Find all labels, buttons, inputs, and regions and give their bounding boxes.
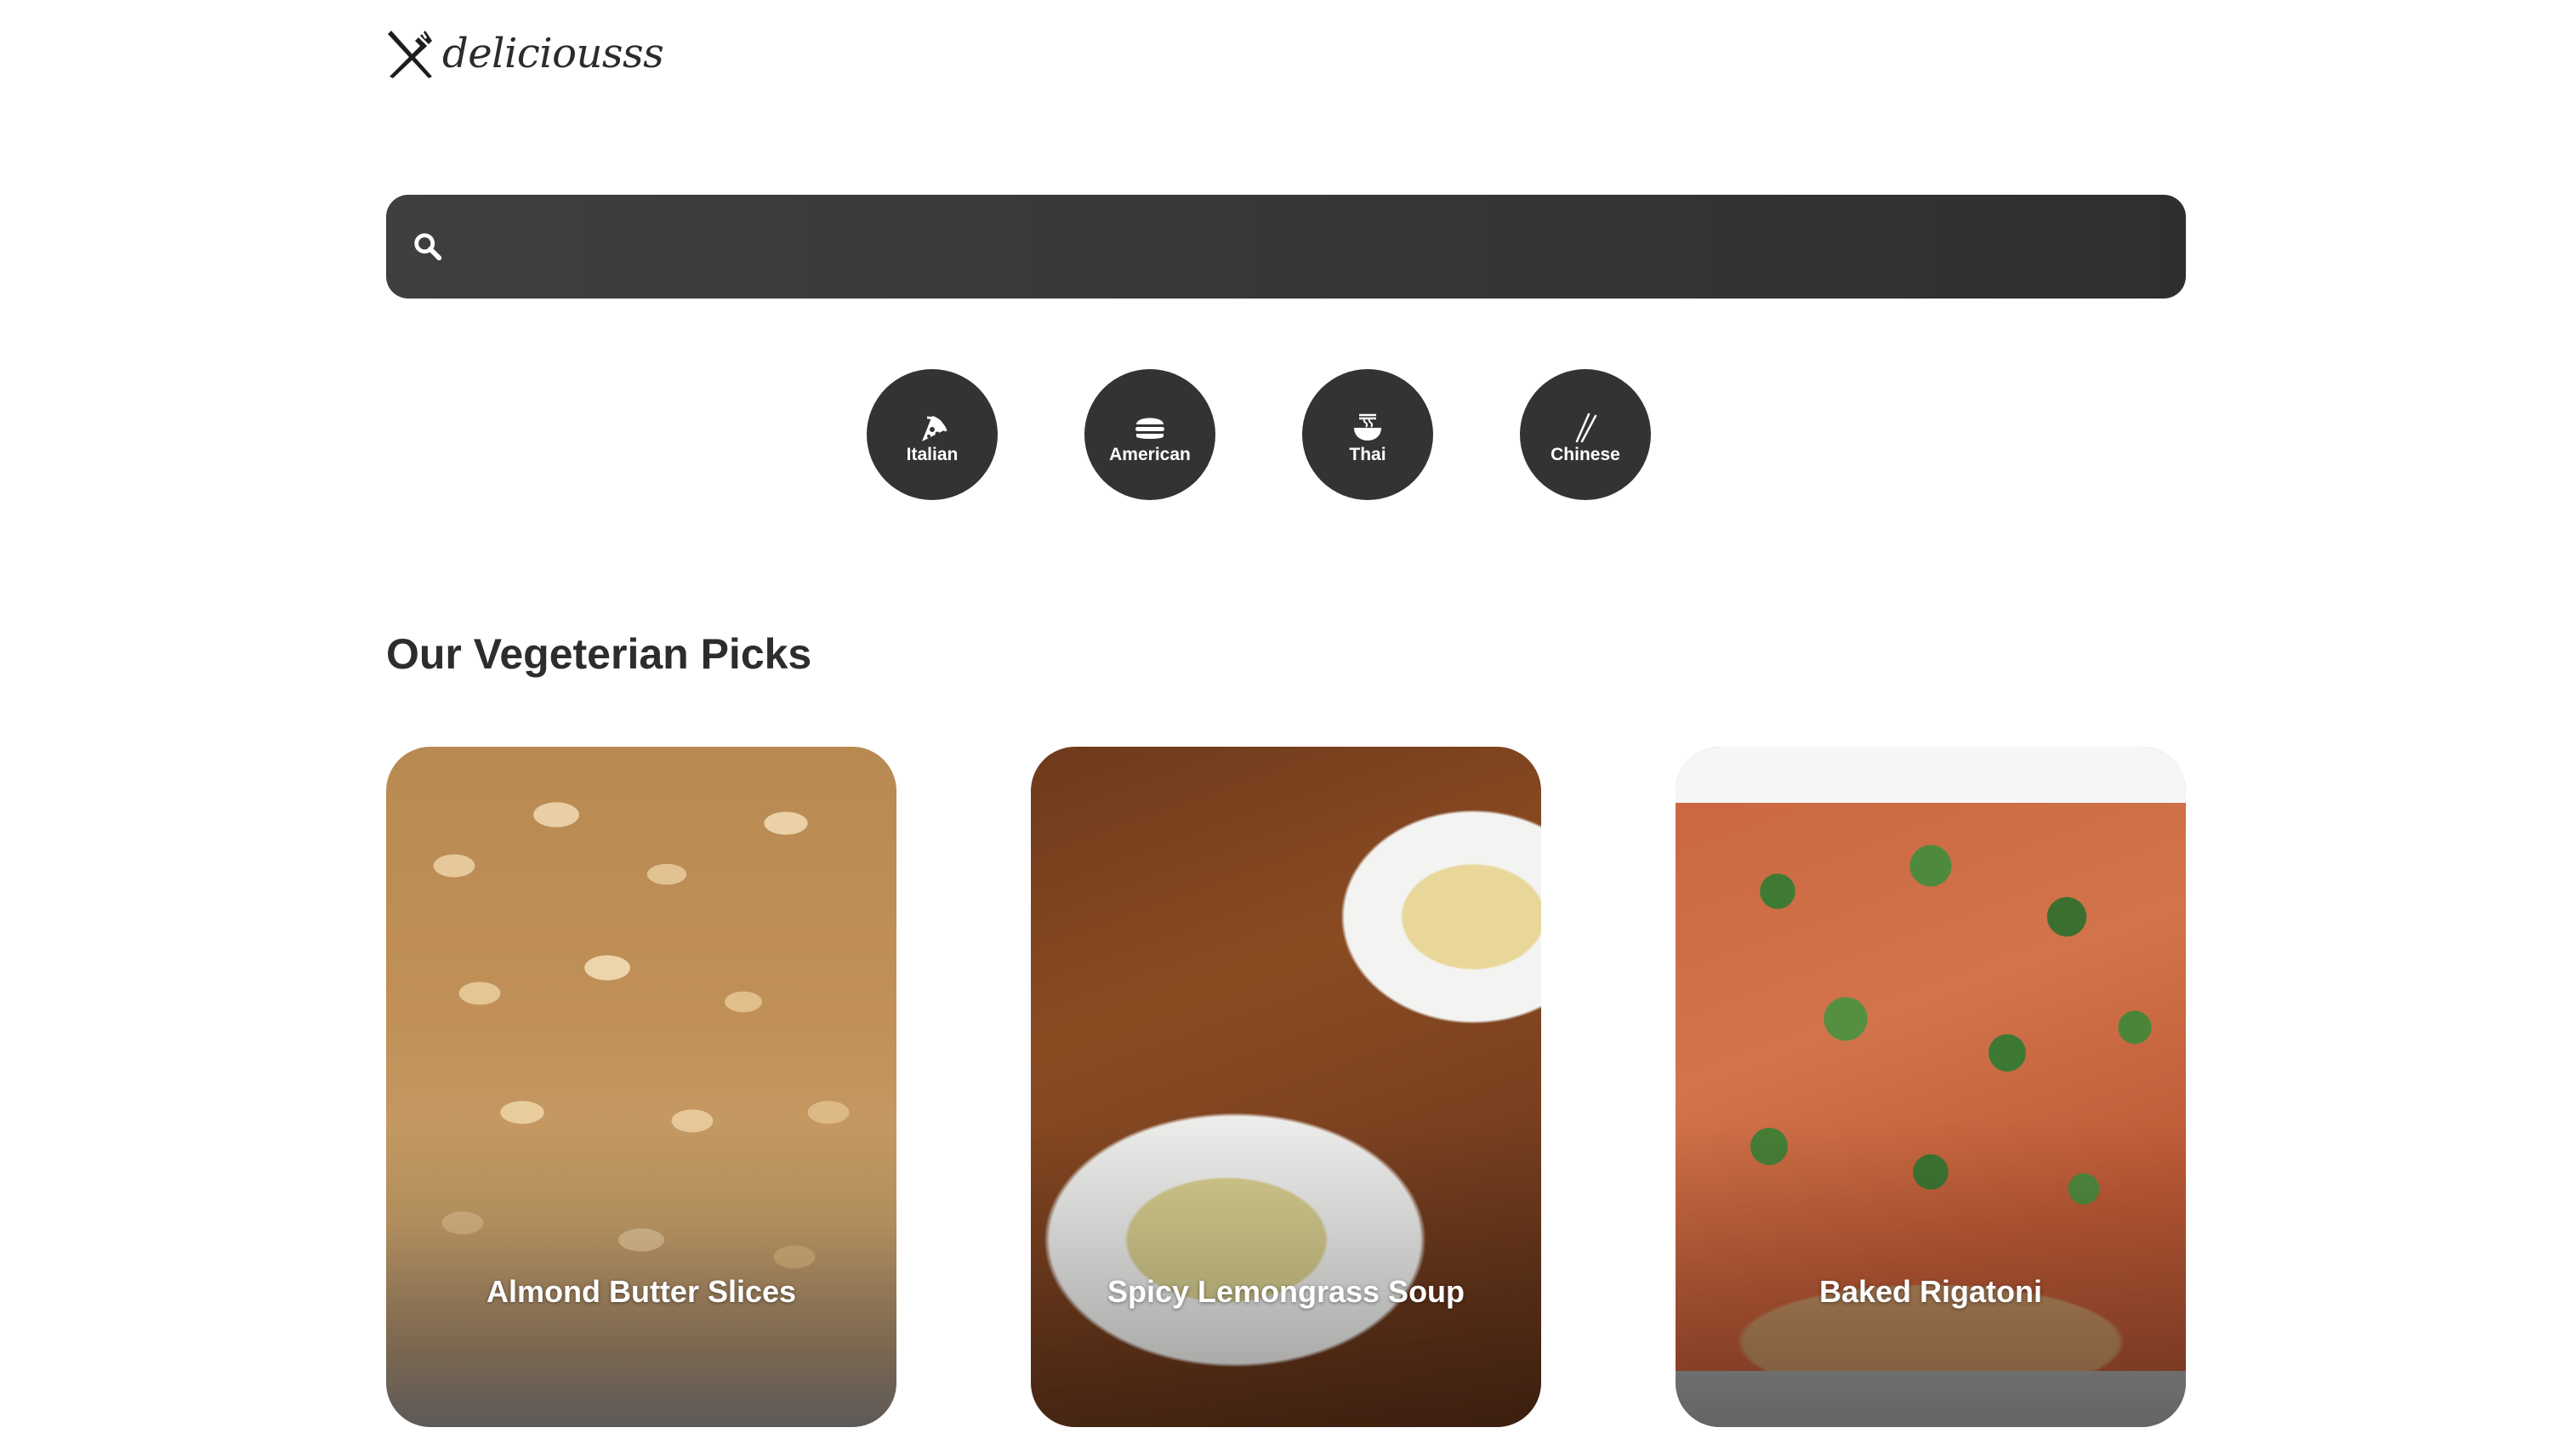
search-bar[interactable] xyxy=(386,195,2186,299)
page: deliciousss Italian American Thai Chines… xyxy=(0,0,2572,1456)
image-overlay xyxy=(1676,747,2186,1427)
recipe-card[interactable]: Almond Butter Slices xyxy=(386,747,896,1427)
brand-logo[interactable]: deliciousss xyxy=(386,26,664,82)
hamburger-icon xyxy=(1135,418,1164,439)
category-label: Chinese xyxy=(1551,445,1620,464)
category-label: American xyxy=(1109,445,1191,464)
recipe-title: Spicy Lemongrass Soup xyxy=(1107,1274,1465,1309)
category-thai[interactable]: Thai xyxy=(1302,369,1433,500)
category-american[interactable]: American xyxy=(1084,369,1215,500)
section-title: Our Vegeterian Picks xyxy=(386,630,812,678)
recipe-card[interactable]: Baked Rigatoni xyxy=(1676,747,2186,1427)
category-chinese[interactable]: Chinese xyxy=(1520,369,1651,500)
recipe-title: Almond Butter Slices xyxy=(486,1274,797,1309)
category-label: Thai xyxy=(1349,445,1386,464)
category-label: Italian xyxy=(906,445,959,464)
recipe-card[interactable]: Spicy Lemongrass Soup xyxy=(1031,747,1541,1427)
image-overlay xyxy=(386,747,896,1427)
category-italian[interactable]: Italian xyxy=(867,369,998,500)
brand-name: deliciousss xyxy=(442,30,664,77)
pizza-icon xyxy=(922,416,947,441)
search-input[interactable] xyxy=(444,195,2186,299)
image-overlay xyxy=(1031,747,1541,1427)
noodle-bowl-icon xyxy=(1354,413,1381,441)
chopsticks-icon xyxy=(1575,412,1597,443)
search-icon[interactable] xyxy=(412,230,444,263)
fork-knife-icon xyxy=(388,31,432,78)
recipe-title: Baked Rigatoni xyxy=(1818,1274,2043,1309)
